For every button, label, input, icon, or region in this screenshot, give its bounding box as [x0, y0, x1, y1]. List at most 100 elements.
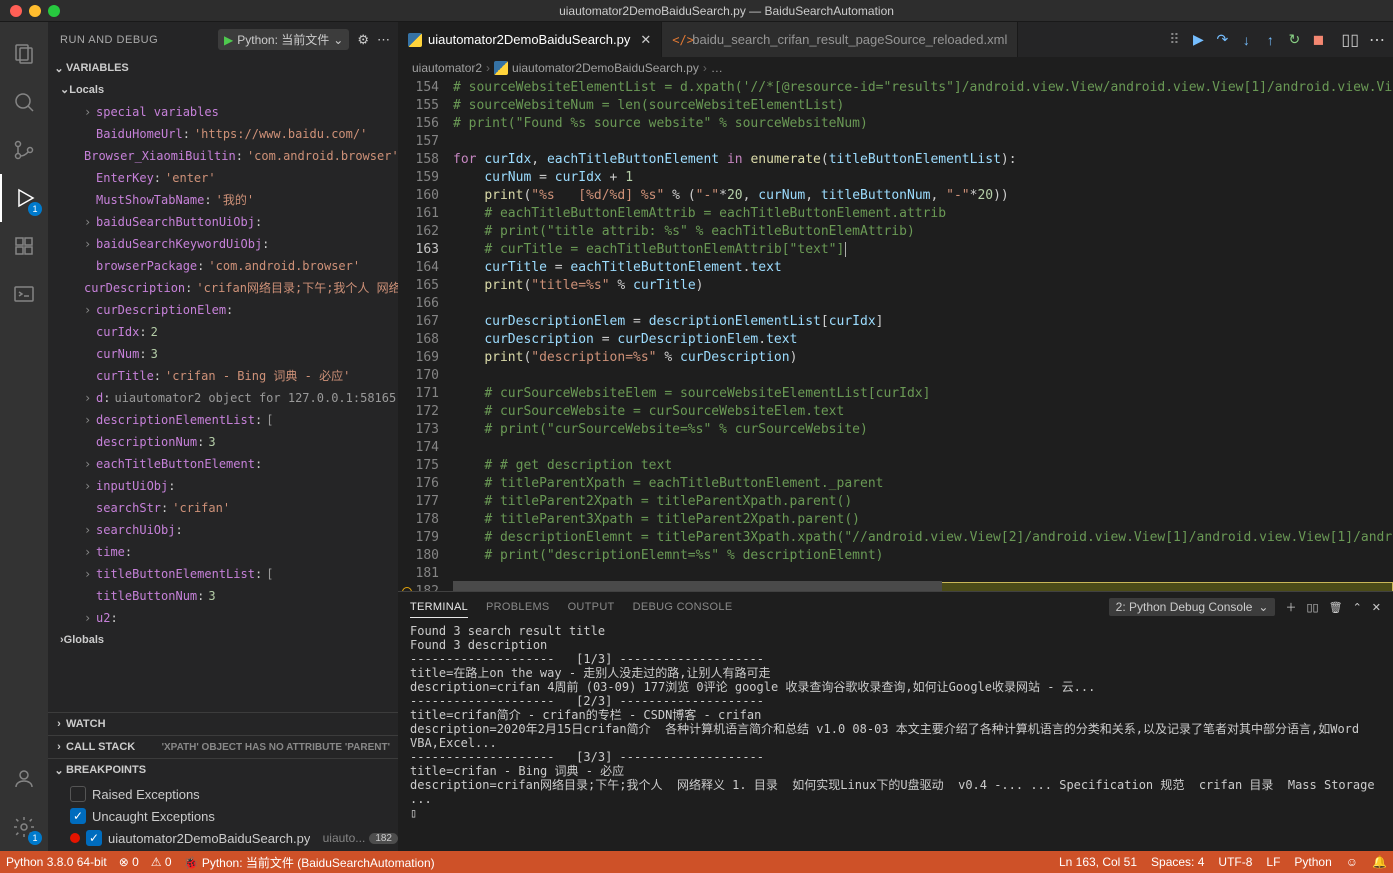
- variable-row[interactable]: EnterKey: 'enter': [60, 167, 398, 189]
- extensions-icon[interactable]: [0, 222, 48, 270]
- cursor-position[interactable]: Ln 163, Col 51: [1059, 855, 1137, 869]
- callstack-section[interactable]: ›CALL STACK 'XPATH' OBJECT HAS NO ATTRIB…: [48, 736, 398, 758]
- close-panel-icon[interactable]: ✕: [1372, 601, 1381, 614]
- debug-status[interactable]: Python: 当前文件 (BaiduSearchAutomation): [202, 856, 435, 870]
- terminal-icon[interactable]: [0, 270, 48, 318]
- variable-row[interactable]: curTitle: 'crifan - Bing 词典 - 必应': [60, 365, 398, 387]
- horizontal-scrollbar[interactable]: [453, 581, 1393, 591]
- grip-icon[interactable]: ⠿: [1163, 29, 1185, 51]
- variable-row[interactable]: MustShowTabName: '我的': [60, 189, 398, 211]
- warning-count[interactable]: ⚠ 0: [151, 855, 172, 869]
- panel-tab-terminal[interactable]: TERMINAL: [410, 597, 468, 618]
- start-debug-button[interactable]: ▶ Python: 当前文件 ⌄: [218, 29, 349, 50]
- new-terminal-icon[interactable]: ＋: [1285, 599, 1296, 615]
- variable-row[interactable]: ›special variables: [60, 101, 398, 123]
- more-icon[interactable]: ⋯: [377, 32, 390, 48]
- checkbox-unchecked-icon[interactable]: [70, 786, 86, 802]
- step-over-icon[interactable]: ↷: [1211, 29, 1233, 51]
- variable-row[interactable]: searchStr: 'crifan': [60, 497, 398, 519]
- variable-row[interactable]: curIdx: 2: [60, 321, 398, 343]
- editor-tab[interactable]: </>baidu_search_crifan_result_pageSource…: [662, 22, 1018, 57]
- variables-section[interactable]: ⌄ VARIABLES: [48, 57, 398, 79]
- terminal-output[interactable]: Found 3 search result title Found 3 desc…: [398, 622, 1393, 851]
- variable-row[interactable]: browserPackage: 'com.android.browser': [60, 255, 398, 277]
- variable-row[interactable]: ›u2:: [60, 607, 398, 629]
- terminal-selector[interactable]: 2: Python Debug Console⌄: [1109, 598, 1276, 616]
- trash-icon[interactable]: 🗑: [1329, 601, 1343, 614]
- step-out-icon[interactable]: ↑: [1259, 29, 1281, 51]
- variable-row[interactable]: Browser_XiaomiBuiltin: 'com.android.brow…: [60, 145, 398, 167]
- error-count[interactable]: ⊗ 0: [119, 855, 139, 869]
- locals-scope[interactable]: ⌄Locals: [60, 79, 398, 101]
- split-terminal-icon[interactable]: ▯▯: [1306, 601, 1318, 614]
- variable-row[interactable]: curNum: 3: [60, 343, 398, 365]
- indent-status[interactable]: Spaces: 4: [1151, 855, 1204, 869]
- variable-row[interactable]: titleButtonNum: 3: [60, 585, 398, 607]
- panel-tab-problems[interactable]: PROBLEMS: [486, 597, 550, 618]
- python-icon: [408, 33, 422, 47]
- more-icon[interactable]: ⋯: [1369, 30, 1385, 50]
- close-icon[interactable]: [10, 5, 22, 17]
- language-status[interactable]: Python: [1294, 855, 1331, 869]
- crumb[interactable]: uiautomator2DemoBaiduSearch.py: [512, 61, 699, 75]
- watch-section[interactable]: ›WATCH: [48, 713, 398, 735]
- breakpoint-marker-icon[interactable]: [402, 587, 412, 591]
- variable-row[interactable]: BaiduHomeUrl: 'https://www.baidu.com/': [60, 123, 398, 145]
- zoom-icon[interactable]: [48, 5, 60, 17]
- variable-row[interactable]: ›eachTitleButtonElement:: [60, 453, 398, 475]
- panel: TERMINAL PROBLEMS OUTPUT DEBUG CONSOLE 2: P…: [398, 591, 1393, 851]
- variable-row[interactable]: ›d: uiautomator2 object for 127.0.0.1:58…: [60, 387, 398, 409]
- panel-tab-output[interactable]: OUTPUT: [568, 597, 615, 618]
- settings-badge: 1: [28, 831, 42, 845]
- python-icon: [494, 61, 508, 75]
- chevron-up-icon[interactable]: ⌃: [1353, 601, 1362, 614]
- crumb[interactable]: uiautomator2: [412, 61, 482, 75]
- panel-tab-debug-console[interactable]: DEBUG CONSOLE: [633, 597, 733, 618]
- gear-icon[interactable]: ⚙: [357, 32, 369, 48]
- bp-raised-exceptions[interactable]: Raised Exceptions: [70, 783, 398, 805]
- checkbox-checked-icon[interactable]: ✓: [86, 830, 102, 846]
- encoding-status[interactable]: UTF-8: [1218, 855, 1252, 869]
- editor-tab[interactable]: uiautomator2DemoBaiduSearch.py✕: [398, 22, 662, 57]
- search-icon[interactable]: [0, 78, 48, 126]
- variable-row[interactable]: ›baiduSearchButtonUiObj:: [60, 211, 398, 233]
- source-control-icon[interactable]: [0, 126, 48, 174]
- breadcrumbs[interactable]: uiautomator2 › uiautomator2DemoBaiduSear…: [398, 57, 1393, 79]
- chevron-down-icon[interactable]: ⌄: [333, 33, 343, 47]
- variable-row[interactable]: ›baiduSearchKeywordUiObj:: [60, 233, 398, 255]
- traffic-lights[interactable]: [10, 5, 60, 17]
- split-editor-icon[interactable]: ▯▯: [1341, 30, 1359, 50]
- close-tab-icon[interactable]: ✕: [640, 32, 651, 48]
- editor-tab-bar: uiautomator2DemoBaiduSearch.py✕</>baidu_…: [398, 22, 1393, 57]
- minimize-icon[interactable]: [29, 5, 41, 17]
- run-debug-icon[interactable]: 1: [0, 174, 48, 222]
- globals-scope[interactable]: ›Globals: [60, 629, 398, 651]
- stop-icon[interactable]: ◼: [1307, 29, 1329, 51]
- variable-row[interactable]: curDescription: 'crifan网络目录;下午;我个人 网络释…: [60, 277, 398, 299]
- continue-icon[interactable]: ▶: [1187, 29, 1209, 51]
- notification-icon[interactable]: 🔔: [1372, 855, 1387, 869]
- variable-row[interactable]: ›titleButtonElementList: [: [60, 563, 398, 585]
- variable-row[interactable]: ›time:: [60, 541, 398, 563]
- bp-line-badge: 182: [369, 833, 398, 844]
- bp-file-entry[interactable]: ✓ uiautomator2DemoBaiduSearch.py uiauto.…: [70, 827, 398, 849]
- breakpoints-section[interactable]: ⌄BREAKPOINTS: [48, 759, 398, 781]
- restart-icon[interactable]: ↻: [1283, 29, 1305, 51]
- feedback-icon[interactable]: ☺: [1346, 855, 1358, 869]
- explorer-icon[interactable]: [0, 30, 48, 78]
- variable-row[interactable]: ›descriptionElementList: [: [60, 409, 398, 431]
- crumb[interactable]: …: [711, 61, 723, 75]
- variable-row[interactable]: ›curDescriptionElem:: [60, 299, 398, 321]
- checkbox-checked-icon[interactable]: ✓: [70, 808, 86, 824]
- variable-row[interactable]: ›searchUiObj:: [60, 519, 398, 541]
- code-editor[interactable]: 1541551561571581591601611621631641651661…: [398, 79, 1393, 591]
- step-into-icon[interactable]: ↓: [1235, 29, 1257, 51]
- accounts-icon[interactable]: [0, 755, 48, 803]
- variable-row[interactable]: ›inputUiObj:: [60, 475, 398, 497]
- eol-status[interactable]: LF: [1266, 855, 1280, 869]
- python-version[interactable]: Python 3.8.0 64-bit: [6, 855, 107, 869]
- bp-uncaught-exceptions[interactable]: ✓ Uncaught Exceptions: [70, 805, 398, 827]
- title-bar: uiautomator2DemoBaiduSearch.py — BaiduSe…: [0, 0, 1393, 22]
- variable-row[interactable]: descriptionNum: 3: [60, 431, 398, 453]
- settings-icon[interactable]: 1: [0, 803, 48, 851]
